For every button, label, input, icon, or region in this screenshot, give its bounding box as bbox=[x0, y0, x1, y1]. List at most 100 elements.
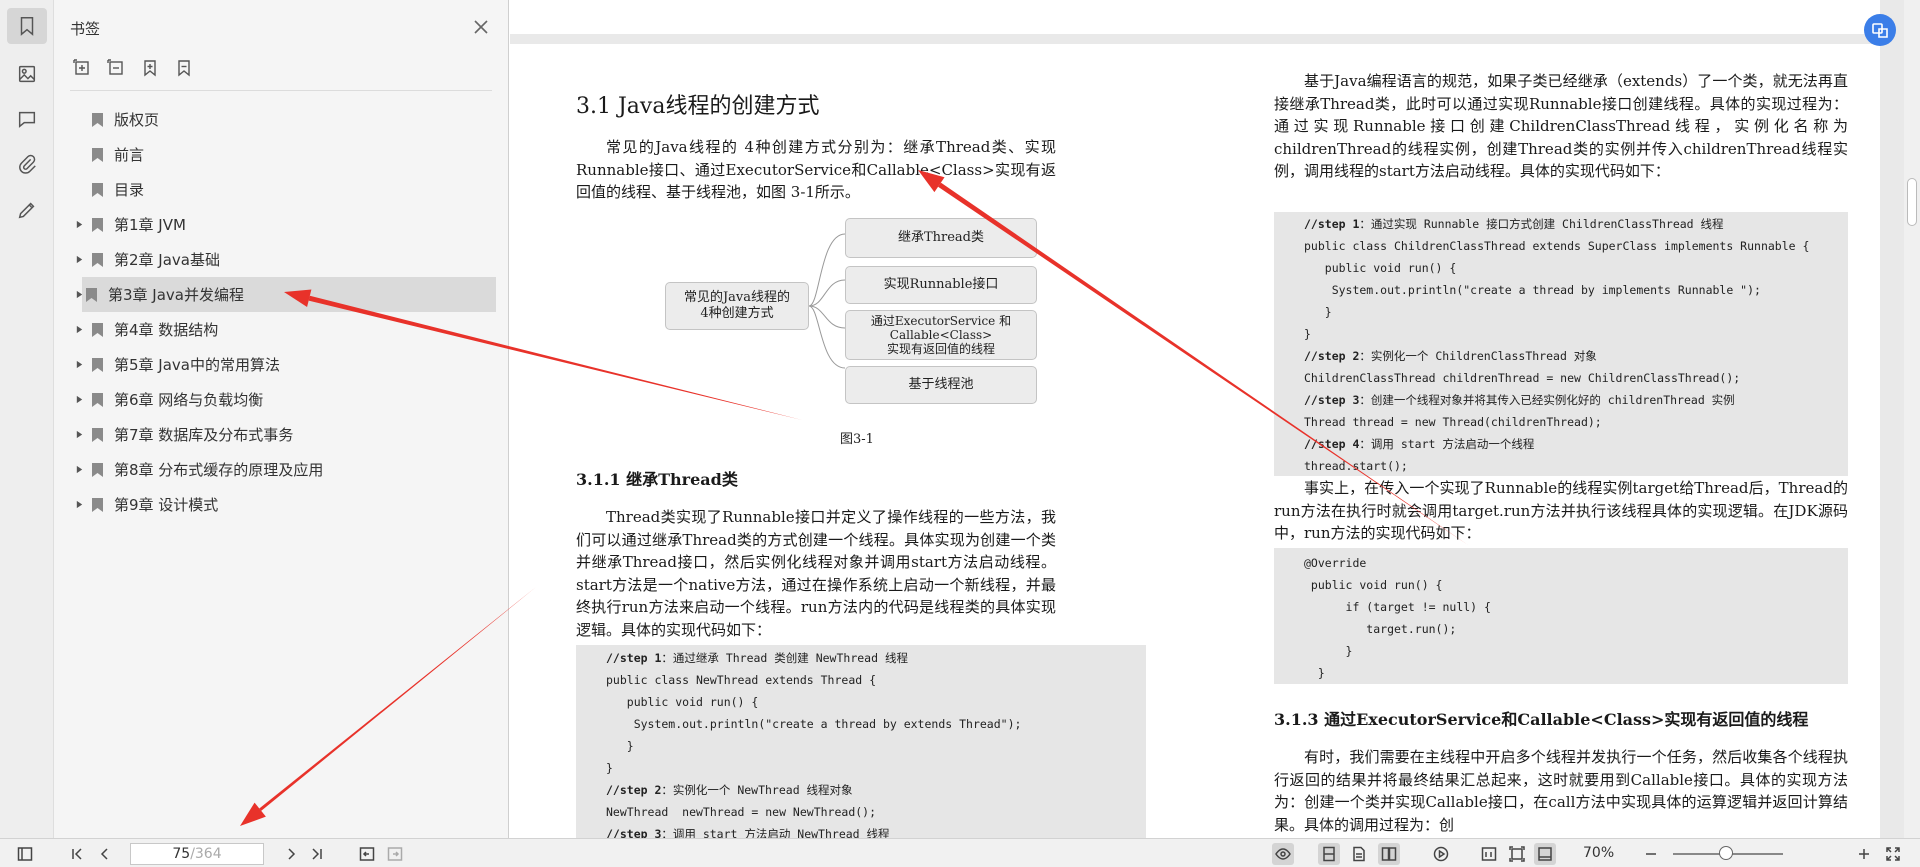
bookmark-panel-button[interactable] bbox=[7, 8, 47, 44]
bookmark-item[interactable]: 第4章 数据结构 bbox=[68, 312, 496, 347]
bookmark-item[interactable]: 第7章 数据库及分布式事务 bbox=[68, 417, 496, 452]
scrollbar-thumb[interactable] bbox=[1907, 178, 1917, 226]
code-text: @Override bbox=[1304, 556, 1367, 570]
bookmark-label: 第5章 Java中的常用算法 bbox=[114, 356, 280, 374]
last-page-button[interactable] bbox=[306, 843, 328, 865]
delete-bookmark-button[interactable] bbox=[174, 58, 194, 78]
last-page-icon bbox=[312, 848, 322, 860]
bookmark-item[interactable]: 版权页 bbox=[68, 102, 496, 137]
bookmark-item[interactable]: 第1章 JVM bbox=[68, 207, 496, 242]
code-line: } bbox=[606, 735, 1146, 757]
code-line: public void run() { bbox=[1304, 257, 1848, 279]
expand-arrow-icon[interactable] bbox=[72, 323, 86, 337]
code-text: ：通过实现 Runnable 接口方式创建 ChildrenClassThrea… bbox=[1359, 217, 1724, 231]
zoom-level[interactable]: 70% bbox=[1583, 845, 1614, 861]
diagram-node-callable: 通过ExecutorService 和 Callable<Class> 实现有返… bbox=[845, 310, 1037, 360]
expand-arrow-icon[interactable] bbox=[72, 463, 86, 477]
back-icon bbox=[359, 847, 375, 861]
bookmark-item[interactable]: 前言 bbox=[68, 137, 496, 172]
panel-title: 书签 bbox=[70, 20, 101, 38]
single-page-button[interactable] bbox=[1318, 843, 1340, 865]
code-line: } bbox=[1304, 323, 1848, 345]
page-number-input[interactable]: 75/364 bbox=[130, 843, 264, 865]
code-line: } bbox=[606, 757, 1146, 779]
code-line: //step 1：通过实现 Runnable 接口方式创建 ChildrenCl… bbox=[1304, 213, 1848, 235]
panel-divider bbox=[70, 90, 492, 91]
first-page-button[interactable] bbox=[66, 843, 88, 865]
code-text: ChildrenClassThread childrenThread = new… bbox=[1304, 371, 1741, 385]
comment-panel-button[interactable] bbox=[7, 101, 47, 137]
code-line: Thread thread = new Thread(childrenThrea… bbox=[1304, 411, 1848, 433]
fullscreen-button[interactable] bbox=[1882, 843, 1904, 865]
zoom-out-button[interactable] bbox=[1640, 843, 1662, 865]
eye-icon bbox=[1275, 848, 1291, 860]
fit-width-button[interactable] bbox=[1534, 843, 1556, 865]
translate-float-button[interactable] bbox=[1864, 14, 1896, 46]
diagram-root-node: 常见的Java线程的 4种创建方式 bbox=[665, 282, 809, 330]
read-mode-button[interactable] bbox=[1272, 843, 1294, 865]
bookmark-item[interactable]: 第5章 Java中的常用算法 bbox=[68, 347, 496, 382]
bookmark-label: 第1章 JVM bbox=[114, 216, 186, 234]
expand-arrow-icon[interactable] bbox=[72, 218, 86, 232]
next-page-button[interactable] bbox=[280, 843, 302, 865]
bookmark-list: 版权页前言目录第1章 JVM 第2章 Java基础 第3章 Java并发编程 第4章 … bbox=[68, 102, 496, 522]
code-line: //step 1：通过继承 Thread 类创建 NewThread 线程 bbox=[606, 647, 1146, 669]
fit-page-button[interactable] bbox=[1506, 843, 1528, 865]
bookmark-flag-icon bbox=[92, 427, 106, 443]
vertical-scrollbar[interactable] bbox=[1904, 0, 1920, 838]
double-page-icon bbox=[1381, 847, 1397, 861]
bookmark-item[interactable]: 第6章 网络与负载均衡 bbox=[68, 382, 496, 417]
expand-arrow-icon[interactable] bbox=[72, 393, 86, 407]
code-block-extends-thread: //step 1：通过继承 Thread 类创建 NewThread 线程 pub… bbox=[576, 645, 1146, 838]
bookmark-label: 目录 bbox=[114, 181, 145, 199]
bookmark-remove-icon bbox=[178, 60, 190, 77]
code-text: public class NewThread extends Thread { bbox=[606, 673, 877, 687]
bookmark-label: 版权页 bbox=[114, 111, 160, 129]
callable-heading: 3.1.3 通过ExecutorService和Callable<Class>实… bbox=[1274, 710, 1809, 729]
code-line: @Override bbox=[1304, 552, 1848, 574]
prev-page-button[interactable] bbox=[94, 843, 116, 865]
bookmark-item[interactable]: 第2章 Java基础 bbox=[68, 242, 496, 277]
expand-arrow-icon[interactable] bbox=[72, 358, 86, 372]
code-line: public void run() { bbox=[1304, 574, 1848, 596]
diagram-node-threadpool: 基于线程池 bbox=[845, 366, 1037, 404]
double-page-button[interactable] bbox=[1378, 843, 1400, 865]
bookmark-flag-icon bbox=[92, 112, 106, 128]
play-button[interactable] bbox=[1430, 843, 1452, 865]
thumbnail-panel-button[interactable] bbox=[7, 56, 47, 92]
chevron-left-icon bbox=[100, 848, 108, 860]
back-button[interactable] bbox=[356, 843, 378, 865]
code-text: public void run() { bbox=[1304, 578, 1443, 592]
add-bookmark-button[interactable] bbox=[140, 58, 160, 78]
bookmark-item[interactable]: 第8章 分布式缓存的原理及应用 bbox=[68, 452, 496, 487]
close-panel-button[interactable] bbox=[470, 16, 492, 38]
bookmark-flag-icon bbox=[86, 287, 100, 303]
zoom-in-button[interactable] bbox=[1853, 843, 1875, 865]
bookmark-item[interactable]: 第3章 Java并发编程 bbox=[82, 277, 496, 312]
bookmark-item[interactable]: 目录 bbox=[68, 172, 496, 207]
collapse-all-button[interactable] bbox=[106, 58, 126, 78]
section-heading: 3.1 Java线程的创建方式 bbox=[576, 94, 820, 119]
actual-size-button[interactable] bbox=[1478, 843, 1500, 865]
forward-button[interactable] bbox=[384, 843, 406, 865]
signature-panel-button[interactable] bbox=[7, 192, 47, 228]
attachment-panel-button[interactable] bbox=[7, 146, 47, 182]
runnable-paragraph: 基于Java编程语言的规范，如果子类已经继承（extends）了一个类，就无法再… bbox=[1274, 72, 1848, 180]
expand-arrow-icon[interactable] bbox=[72, 498, 86, 512]
close-icon bbox=[474, 20, 488, 34]
toggle-sidebar-button[interactable] bbox=[14, 843, 36, 865]
bookmark-flag-icon bbox=[92, 217, 106, 233]
expand-arrow-icon[interactable] bbox=[72, 428, 86, 442]
bookmark-flag-icon bbox=[92, 392, 106, 408]
code-line: //step 4：调用 start 方法启动一个线程 bbox=[1304, 433, 1848, 455]
expand-arrow-icon[interactable] bbox=[72, 253, 86, 267]
document-viewer[interactable]: 3.1 Java线程的创建方式 常见的Java线程的 4种创建方式分别为：继承T… bbox=[510, 0, 1910, 838]
bookmark-item[interactable]: 第9章 设计模式 bbox=[68, 487, 496, 522]
continuous-page-button[interactable] bbox=[1348, 843, 1370, 865]
run-method-paragraph: 事实上，在传入一个实现了Runnable的线程实例target给Thread后，… bbox=[1274, 479, 1848, 542]
paperclip-icon bbox=[19, 154, 36, 174]
zoom-slider-thumb[interactable] bbox=[1719, 846, 1733, 860]
chevron-right-icon bbox=[288, 848, 296, 860]
callable-paragraph: 有时，我们需要在主线程中开启多个线程并发执行一个任务，然后收集各个线程执行返回的… bbox=[1274, 748, 1848, 834]
expand-all-button[interactable] bbox=[72, 58, 92, 78]
